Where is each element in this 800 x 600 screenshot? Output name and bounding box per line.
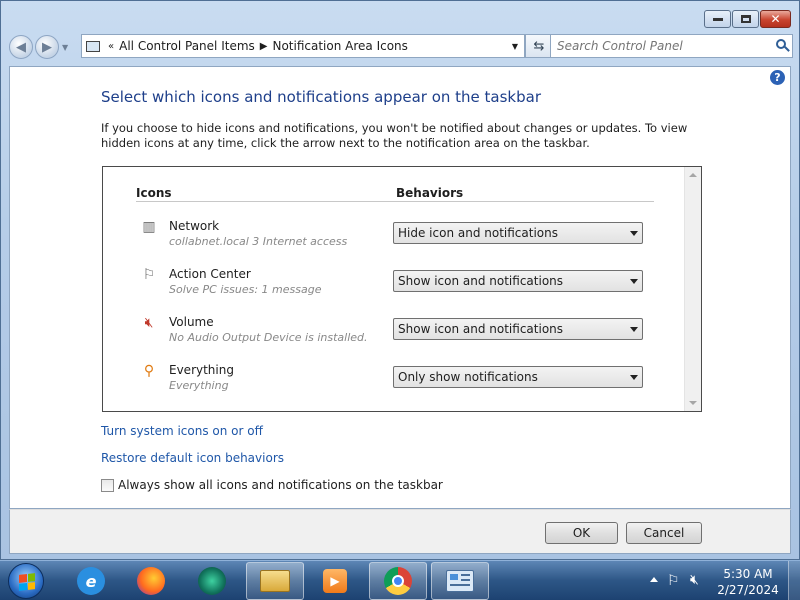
breadcrumb-chevron-icon[interactable]: ▶	[260, 41, 268, 52]
taskbar-file-explorer[interactable]	[246, 562, 304, 600]
page-description: If you choose to hide icons and notifica…	[101, 121, 688, 150]
windows-logo-icon	[19, 573, 35, 591]
taskbar: e ▶ ⚐ 🔇︎ 5:30 AM 2/27/2024	[0, 560, 800, 600]
network-icon: ▥	[142, 219, 156, 235]
taskbar-internet-explorer[interactable]: e	[62, 562, 120, 600]
item-status: Solve PC issues: 1 message	[169, 283, 322, 296]
item-name: Action Center	[169, 267, 251, 281]
taskbar-control-panel[interactable]	[431, 562, 489, 600]
column-header-icons: Icons	[136, 186, 172, 200]
back-button[interactable]: ◀	[9, 35, 33, 59]
address-bar[interactable]: « All Control Panel Items ▶ Notification…	[81, 34, 525, 58]
volume-muted-icon: 🔇︎	[144, 315, 154, 331]
clock[interactable]: 5:30 AM 2/27/2024	[713, 566, 783, 598]
always-show-option[interactable]: Always show all icons and notifications …	[101, 478, 443, 492]
refresh-button[interactable]: ⇆	[525, 34, 553, 58]
close-button[interactable]: ✕	[760, 10, 791, 28]
item-status: Everything	[169, 379, 229, 392]
header-divider	[136, 201, 654, 202]
file-explorer-icon	[260, 570, 290, 592]
navigation-bar: ◀ ▶ ▼ « All Control Panel Items ▶ Notifi…	[9, 34, 793, 60]
maximize-icon	[740, 15, 751, 23]
chevron-down-icon	[630, 279, 638, 284]
breadcrumb-all-items[interactable]: All Control Panel Items	[119, 39, 255, 53]
firefox-icon	[137, 567, 165, 595]
list-item-action-center: ⚐ Action Center Solve PC issues: 1 messa…	[141, 267, 651, 307]
behavior-value: Show icon and notifications	[398, 274, 564, 288]
restore-defaults-link[interactable]: Restore default icon behaviors	[101, 451, 284, 465]
start-button[interactable]	[8, 563, 44, 599]
chrome-icon	[384, 567, 412, 595]
main-content: ? Select which icons and notifications a…	[9, 66, 791, 509]
ok-button[interactable]: OK	[545, 522, 618, 544]
breadcrumb-notification-area[interactable]: Notification Area Icons	[272, 39, 407, 53]
item-status: No Audio Output Device is installed.	[169, 331, 368, 344]
notification-area: ⚐ 🔇︎ 5:30 AM 2/27/2024	[640, 561, 800, 600]
flag-icon: ⚐	[142, 267, 156, 283]
list-item-network: ▥ Network collabnet.local 3 Internet acc…	[141, 219, 651, 259]
always-show-label[interactable]: Always show all icons and notifications …	[118, 478, 443, 492]
clock-time: 5:30 AM	[723, 567, 773, 581]
maximize-button[interactable]	[732, 10, 759, 28]
item-name: Volume	[169, 315, 214, 329]
taskbar-app[interactable]	[183, 562, 241, 600]
control-panel-icon	[86, 40, 100, 52]
control-panel-window: ✕ ◀ ▶ ▼ « All Control Panel Items ▶ Noti…	[0, 0, 800, 560]
behavior-select-everything[interactable]: Only show notifications	[393, 366, 643, 388]
chevron-down-icon	[630, 231, 638, 236]
chevron-down-icon	[630, 375, 638, 380]
item-name: Network	[169, 219, 220, 233]
address-dropdown-icon[interactable]: ▼	[512, 42, 518, 51]
icons-list-panel: Icons Behaviors ▥ Network collabnet.loca…	[102, 166, 702, 412]
window-controls: ✕	[703, 10, 791, 28]
magnifier-icon: ⚲	[143, 363, 155, 379]
search-icon[interactable]	[776, 39, 786, 49]
control-panel-icon	[446, 570, 474, 592]
behavior-value: Show icon and notifications	[398, 322, 564, 336]
recent-pages-dropdown[interactable]: ▼	[62, 43, 68, 52]
app-icon	[198, 567, 226, 595]
list-item-everything: ⚲ Everything Everything Only show notifi…	[141, 363, 651, 403]
list-item-volume: 🔇︎ Volume No Audio Output Device is inst…	[141, 315, 651, 355]
column-header-behaviors: Behaviors	[396, 186, 464, 200]
cancel-button[interactable]: Cancel	[626, 522, 702, 544]
chevron-down-icon	[630, 327, 638, 332]
search-box[interactable]	[550, 34, 793, 58]
show-hidden-icons-icon[interactable]	[650, 577, 658, 582]
behavior-select-network[interactable]: Hide icon and notifications	[393, 222, 643, 244]
action-center-flag-icon[interactable]: ⚐	[667, 573, 680, 589]
minimize-icon	[712, 17, 723, 21]
taskbar-chrome[interactable]	[369, 562, 427, 600]
behavior-select-volume[interactable]: Show icon and notifications	[393, 318, 643, 340]
behavior-value: Hide icon and notifications	[398, 226, 558, 240]
vertical-scrollbar[interactable]	[684, 167, 701, 411]
dialog-footer: OK Cancel	[9, 509, 791, 554]
breadcrumb-overflow-icon[interactable]: «	[108, 41, 114, 52]
taskbar-media-player[interactable]: ▶	[306, 562, 364, 600]
clock-date: 2/27/2024	[717, 583, 779, 597]
close-icon: ✕	[770, 12, 781, 26]
minimize-button[interactable]	[704, 10, 731, 28]
forward-button[interactable]: ▶	[35, 35, 59, 59]
page-title: Select which icons and notifications app…	[101, 88, 541, 106]
taskbar-firefox[interactable]	[122, 562, 180, 600]
search-input[interactable]	[557, 39, 767, 53]
behavior-value: Only show notifications	[398, 370, 538, 384]
behavior-select-action-center[interactable]: Show icon and notifications	[393, 270, 643, 292]
media-player-icon: ▶	[323, 569, 347, 593]
scroll-down-icon[interactable]	[689, 401, 697, 405]
always-show-checkbox[interactable]	[101, 478, 114, 492]
show-desktop-button[interactable]	[788, 561, 800, 600]
help-icon[interactable]: ?	[770, 70, 785, 85]
volume-muted-icon[interactable]: 🔇︎	[690, 572, 699, 588]
internet-explorer-icon: e	[77, 567, 105, 595]
turn-system-icons-link[interactable]: Turn system icons on or off	[101, 424, 263, 438]
item-status: collabnet.local 3 Internet access	[169, 235, 348, 248]
scroll-up-icon[interactable]	[689, 173, 697, 177]
item-name: Everything	[169, 363, 234, 377]
